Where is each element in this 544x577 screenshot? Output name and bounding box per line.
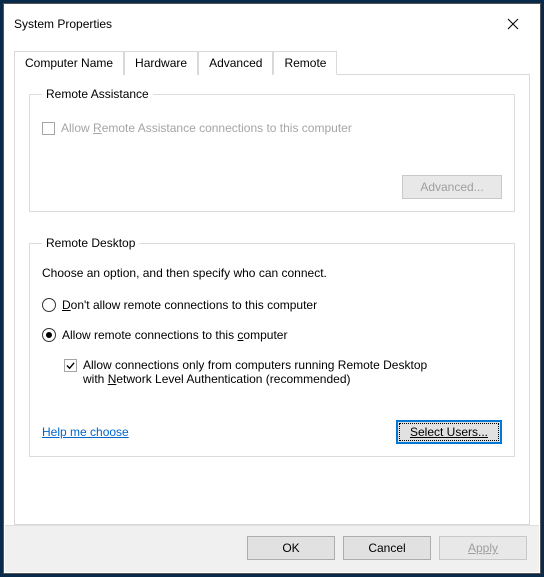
allow-row: Allow remote connections to this compute… <box>42 328 502 342</box>
remote-desktop-group: Remote Desktop Choose an option, and the… <box>29 236 515 457</box>
help-me-choose-link[interactable]: Help me choose <box>42 425 129 439</box>
content-area: Computer Name Hardware Advanced Remote R… <box>4 44 540 525</box>
close-button[interactable] <box>496 12 530 36</box>
tab-hardware[interactable]: Hardware <box>124 51 198 75</box>
remote-assistance-legend: Remote Assistance <box>42 87 153 101</box>
apply-button: Apply <box>439 536 527 560</box>
remote-desktop-bottom-row: Help me choose Select Users... <box>42 420 502 444</box>
nla-checkbox[interactable] <box>64 359 77 372</box>
remote-assistance-button-row: Advanced... <box>42 175 502 199</box>
nla-row: Allow connections only from computers ru… <box>64 358 502 386</box>
dont-allow-radio[interactable] <box>42 298 56 312</box>
system-properties-window: System Properties Computer Name Hardware… <box>3 3 541 574</box>
remote-desktop-legend: Remote Desktop <box>42 236 139 250</box>
dont-allow-label: Don't allow remote connections to this c… <box>62 298 317 312</box>
cancel-button[interactable]: Cancel <box>343 536 431 560</box>
allow-radio[interactable] <box>42 328 56 342</box>
select-users-button[interactable]: Select Users... <box>396 420 502 444</box>
tab-remote[interactable]: Remote <box>273 51 337 75</box>
allow-label: Allow remote connections to this compute… <box>62 328 287 342</box>
window-title: System Properties <box>14 17 112 31</box>
tab-strip: Computer Name Hardware Advanced Remote <box>14 50 530 74</box>
nla-label: Allow connections only from computers ru… <box>83 358 427 386</box>
tab-advanced[interactable]: Advanced <box>198 51 273 75</box>
dialog-button-row: OK Cancel Apply <box>5 525 539 572</box>
dont-allow-row: Don't allow remote connections to this c… <box>42 298 502 312</box>
allow-remote-assistance-label: Allow Remote Assistance connections to t… <box>61 121 352 135</box>
allow-remote-assistance-row: Allow Remote Assistance connections to t… <box>42 121 502 135</box>
tab-computer-name[interactable]: Computer Name <box>14 51 124 75</box>
close-icon <box>507 18 519 30</box>
ok-button[interactable]: OK <box>247 536 335 560</box>
remote-assistance-group: Remote Assistance Allow Remote Assistanc… <box>29 87 515 212</box>
remote-desktop-prompt: Choose an option, and then specify who c… <box>42 266 502 280</box>
titlebar: System Properties <box>4 4 540 44</box>
remote-assistance-advanced-button: Advanced... <box>402 175 502 199</box>
tab-panel-remote: Remote Assistance Allow Remote Assistanc… <box>14 74 530 525</box>
allow-remote-assistance-checkbox[interactable] <box>42 122 55 135</box>
